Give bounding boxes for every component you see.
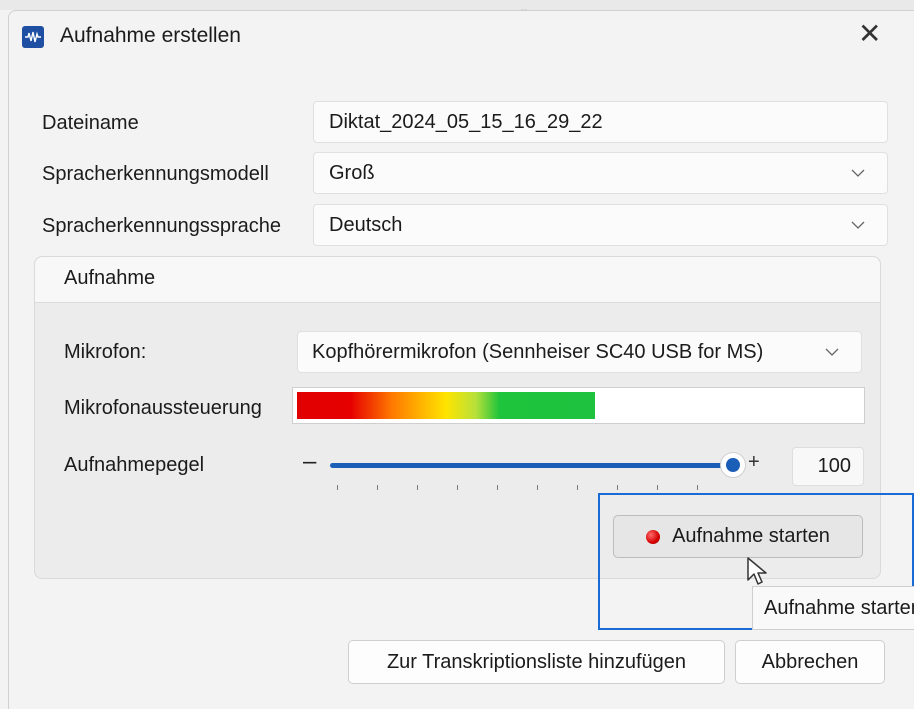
- model-value: Groß: [329, 161, 375, 184]
- waveform-icon: [22, 26, 44, 48]
- filename-label: Dateiname: [42, 112, 139, 134]
- gain-label: Aufnahmepegel: [64, 454, 205, 476]
- background-window-strip: [0, 0, 914, 10]
- recording-group-title: Aufnahme: [64, 267, 156, 289]
- microphone-level-meter: [292, 387, 865, 424]
- filename-input[interactable]: Diktat_2024_05_15_16_29_22: [313, 101, 888, 143]
- slider-minus-icon: –: [303, 448, 317, 475]
- add-to-transcription-list-button[interactable]: Zur Transkriptionsliste hinzufügen: [348, 640, 725, 684]
- microphone-value: Kopfhörermikrofon (Sennheiser SC40 USB f…: [312, 340, 764, 363]
- close-icon[interactable]: ✕: [858, 20, 881, 48]
- slider-tick: [337, 485, 338, 490]
- microphone-select[interactable]: Kopfhörermikrofon (Sennheiser SC40 USB f…: [297, 331, 862, 373]
- cancel-button[interactable]: Abbrechen: [735, 640, 885, 684]
- language-value: Deutsch: [329, 213, 403, 236]
- slider-tick: [657, 485, 658, 490]
- chevron-down-icon: [851, 221, 865, 229]
- add-button-label: Zur Transkriptionsliste hinzufügen: [386, 650, 687, 673]
- chevron-down-icon: [851, 169, 865, 177]
- tooltip: Aufnahme starten: [752, 586, 914, 630]
- record-icon: [646, 529, 661, 544]
- model-label: Spracherkennungsmodell: [42, 163, 269, 185]
- level-meter-fill: [297, 392, 595, 419]
- dialog-title: Aufnahme erstellen: [60, 24, 241, 47]
- gain-slider-track[interactable]: [330, 463, 733, 468]
- gain-value-field[interactable]: 100: [792, 447, 864, 486]
- filename-value: Diktat_2024_05_15_16_29_22: [329, 110, 603, 133]
- slider-tick: [537, 485, 538, 490]
- slider-tick: [697, 485, 698, 490]
- level-meter-label: Mikrofonaussteuerung: [64, 397, 262, 419]
- slider-tick: [417, 485, 418, 490]
- recording-group-header: Aufnahme: [35, 257, 880, 303]
- cancel-button-label: Abbrechen: [761, 650, 859, 673]
- slider-tick: [377, 485, 378, 490]
- slider-tick: [497, 485, 498, 490]
- chevron-down-icon: [825, 348, 839, 356]
- slider-tick: [457, 485, 458, 490]
- start-recording-button[interactable]: Aufnahme starten: [613, 515, 863, 558]
- language-select[interactable]: Deutsch: [313, 204, 888, 246]
- slider-plus-icon: +: [748, 451, 760, 473]
- mouse-cursor-icon: [747, 557, 767, 585]
- microphone-label: Mikrofon:: [64, 341, 147, 363]
- start-recording-label: Aufnahme starten: [672, 525, 830, 547]
- slider-tick: [617, 485, 618, 490]
- gain-slider-thumb[interactable]: [720, 452, 746, 478]
- slider-tick: [577, 485, 578, 490]
- model-select[interactable]: Groß: [313, 152, 888, 194]
- language-label: Spracherkennungssprache: [42, 215, 282, 237]
